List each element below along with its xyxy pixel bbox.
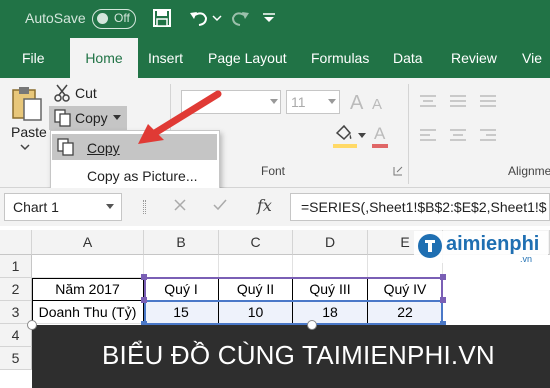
chart-resize-handle[interactable] [27, 320, 37, 330]
undo-dropdown-icon[interactable] [212, 13, 222, 23]
toggle-knob [97, 13, 108, 24]
copy-label: Copy [75, 110, 108, 126]
undo-icon[interactable] [188, 8, 210, 28]
fill-color-icon[interactable] [334, 124, 354, 144]
alignment-group-label: Alignme [508, 164, 550, 178]
dialog-launcher-icon[interactable] [393, 166, 403, 176]
autosave-label: AutoSave [25, 10, 86, 26]
copy-icon [57, 138, 74, 156]
cancel-icon[interactable] [173, 198, 187, 212]
col-header-d[interactable]: D [293, 230, 368, 255]
tab-formulas[interactable]: Formulas [311, 38, 369, 78]
formula-text: =SERIES(,Sheet1!$B$2:$E$2,Sheet1!$ [301, 199, 547, 215]
paste-label[interactable]: Paste [11, 124, 47, 140]
shrink-font-icon[interactable]: A [372, 96, 382, 113]
arrow-annotation [138, 90, 222, 144]
row-header-2[interactable]: 2 [0, 278, 32, 301]
alignment-icons[interactable] [420, 92, 520, 152]
scissors-icon [54, 84, 70, 102]
autosave-toggle[interactable]: Off [92, 9, 136, 29]
col-header-c[interactable]: C [219, 230, 293, 255]
logo-text: aimienphi [446, 233, 540, 255]
tab-home[interactable]: Home [70, 38, 138, 78]
check-icon[interactable] [212, 198, 228, 212]
formula-bar-handle[interactable] [143, 200, 146, 214]
font-group-label: Font [261, 164, 286, 178]
autosave-state: Off [114, 11, 130, 25]
cut-button[interactable]: Cut [75, 85, 97, 101]
ribbon-separator [408, 84, 409, 184]
font-color-swatch [372, 144, 388, 148]
paste-icon[interactable] [10, 85, 44, 123]
tab-view[interactable]: Vie [522, 38, 542, 78]
series-name-range-highlight [144, 277, 443, 302]
chevron-down-icon[interactable] [358, 133, 366, 139]
redo-icon[interactable] [229, 8, 251, 28]
insert-function-button[interactable]: fx [257, 196, 272, 215]
range-handle[interactable] [440, 274, 446, 280]
menu-item-copy-label: Copy [87, 140, 120, 156]
name-box-value: Chart 1 [13, 199, 59, 215]
banner-caption: BIỂU ĐỒ CÙNG TAIMIENPHI.VN [102, 340, 495, 370]
range-handle[interactable] [141, 297, 147, 303]
row-header-5[interactable]: 5 [0, 347, 32, 370]
select-all-corner[interactable] [0, 230, 32, 255]
cell-a2[interactable]: Năm 2017 [32, 278, 144, 301]
grow-font-icon[interactable]: A [350, 92, 363, 115]
range-handle[interactable] [141, 274, 147, 280]
row-header-1[interactable]: 1 [0, 255, 32, 278]
logo-mark [418, 234, 442, 258]
menu-item-copy-as-picture[interactable]: Copy as Picture... [87, 168, 198, 184]
font-size-value: 11 [291, 94, 306, 110]
range-handle[interactable] [440, 297, 446, 303]
chevron-down-icon[interactable] [270, 99, 278, 105]
logo-suffix: .vn [520, 254, 533, 264]
tab-data[interactable]: Data [393, 38, 423, 78]
tab-insert[interactable]: Insert [148, 38, 183, 78]
paste-dropdown-icon[interactable] [20, 143, 30, 151]
col-header-a[interactable]: A [32, 230, 144, 255]
series-values-range-highlight [144, 300, 443, 325]
tab-file[interactable]: File [22, 38, 45, 78]
cell[interactable] [144, 255, 219, 278]
font-color-icon[interactable]: A [374, 124, 385, 144]
formula-input[interactable]: =SERIES(,Sheet1!$B$2:$E$2,Sheet1!$ [290, 193, 550, 221]
name-box[interactable]: Chart 1 [4, 193, 122, 221]
cell-a3[interactable]: Doanh Thu (Tỷ) [32, 301, 144, 324]
customize-toolbar-icon[interactable] [262, 12, 276, 24]
cell[interactable] [32, 255, 144, 278]
cell[interactable] [219, 255, 293, 278]
tab-page-layout[interactable]: Page Layout [208, 38, 287, 78]
chart-resize-handle[interactable] [307, 320, 317, 330]
save-icon[interactable] [152, 8, 172, 28]
copy-icon [54, 109, 71, 127]
fill-color-swatch [333, 144, 357, 148]
row-header-3[interactable]: 3 [0, 301, 32, 324]
chevron-down-icon[interactable] [106, 204, 114, 210]
col-header-b[interactable]: B [144, 230, 219, 255]
tab-review[interactable]: Review [451, 38, 497, 78]
chevron-down-icon[interactable] [328, 99, 336, 105]
cell[interactable] [293, 255, 368, 278]
